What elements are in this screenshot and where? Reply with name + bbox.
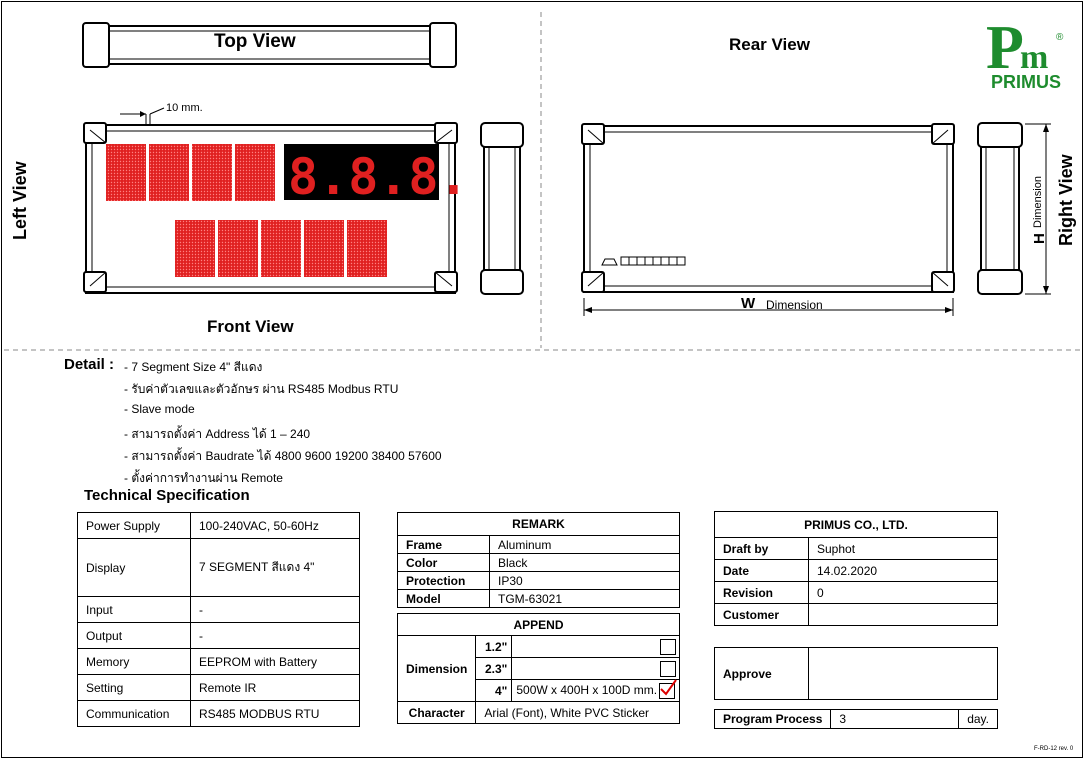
front-view-label: Front View [207, 317, 294, 336]
detail-line: - รับค่าตัวเลขและตัวอักษร ผ่าน RS485 Mod… [124, 382, 399, 396]
primus-logo: P m ® PRIMUS [982, 10, 1072, 94]
checkbox-1-2[interactable] [660, 638, 676, 655]
approve-value [808, 647, 998, 700]
table-row: Frame Aluminum [397, 535, 680, 554]
tech-spec-title: Technical Specification [84, 487, 250, 504]
svg-text:m: m [1020, 39, 1048, 76]
table-row: Power Supply 100-240VAC, 50-60Hz [77, 512, 360, 539]
company-value: 0 [808, 581, 998, 604]
spec-key: Memory [77, 648, 191, 675]
spec-value: Remote IR [190, 674, 360, 701]
spec-value: RS485 MODBUS RTU [190, 700, 360, 727]
table-row: Dimension 1.2" [396, 635, 680, 702]
detail-line: - ตั้งค่าการทำงานผ่าน Remote [124, 471, 283, 485]
spec-value: - [190, 622, 360, 649]
size-desc: 500W x 400H x 100D mm. [516, 682, 658, 697]
remark-value: IP30 [489, 571, 680, 590]
character-label: Character [396, 701, 477, 724]
spec-key: Setting [77, 674, 191, 701]
detail-label: Detail : [64, 356, 115, 373]
table-row: Communication RS485 MODBUS RTU [77, 700, 360, 727]
spec-key: Input [77, 596, 191, 623]
front-view-drawing: 8.8.8.8. [83, 107, 465, 294]
company-key: Date [714, 559, 809, 582]
remark-value: Black [489, 553, 680, 572]
remark-key: Protection [397, 571, 490, 590]
approve-label: Approve [714, 647, 809, 700]
company-table: PRIMUS CO., LTD. Draft by Suphot Date 14.0… [714, 511, 998, 626]
remark-title: REMARK [397, 512, 680, 536]
process-value: 3 [830, 709, 960, 729]
remark-key: Frame [397, 535, 490, 554]
company-key: Customer [714, 603, 809, 626]
spec-key: Communication [77, 700, 191, 727]
table-row: Date 14.02.2020 [714, 559, 998, 582]
left-view-label: Left View [10, 161, 30, 240]
table-row: Color Black [397, 553, 680, 572]
company-title: PRIMUS CO., LTD. [714, 511, 998, 538]
logo-name: PRIMUS [990, 72, 1061, 92]
size-label: 1.2" [475, 635, 513, 658]
h-dimension-label: Dimension [1032, 176, 1044, 228]
table-row: Input - [77, 596, 360, 623]
remark-key: Model [397, 589, 490, 608]
table-row: Customer [714, 603, 998, 626]
company-value: Suphot [808, 537, 998, 560]
character-value: Arial (Font), White PVC Sticker [475, 701, 680, 724]
remark-table: REMARK Frame Aluminum Color Black Protecti… [397, 512, 680, 608]
remark-value: Aluminum [489, 535, 680, 554]
w-dimension-label: Dimension [766, 298, 823, 312]
top-view-label: Top View [214, 31, 296, 52]
append-table: APPEND Dimension 1.2" 2.3" 4" 500W x 400… [396, 613, 680, 724]
dim-10mm-label: 10 mm. [166, 102, 203, 114]
spec-key: Output [77, 622, 191, 649]
remark-key: Color [397, 553, 490, 572]
rear-view-drawing [581, 123, 955, 316]
table-row: Revision 0 [714, 581, 998, 604]
approve-table: Approve [714, 647, 998, 700]
company-value [808, 603, 998, 626]
append-title: APPEND [397, 613, 680, 636]
company-key: Revision [714, 581, 809, 604]
remark-value: TGM-63021 [489, 589, 680, 608]
spec-value: 7 SEGMENT สีแดง 4" [190, 538, 360, 597]
logo-reg: ® [1056, 32, 1064, 43]
size-label: 4" [475, 679, 513, 702]
table-row: Memory EEPROM with Battery [77, 648, 360, 675]
table-row: Protection IP30 [397, 571, 680, 590]
process-label: Program Process [713, 709, 832, 729]
detail-line: - สามารถตั้งค่า Baudrate ได้ 4800 9600 1… [124, 449, 442, 463]
process-table: Program Process 3 day. [713, 709, 998, 729]
dimension-label: Dimension [396, 635, 477, 702]
table-row: Output - [77, 622, 360, 649]
svg-text:8.8.8.8.: 8.8.8.8. [288, 148, 465, 206]
w-letter: W [741, 295, 756, 312]
detail-line: - Slave mode [124, 402, 195, 416]
form-code: F-RD-12 rev. 0 [1034, 746, 1074, 752]
h-letter: H [1031, 233, 1048, 244]
checkbox-2-3[interactable] [660, 660, 676, 677]
table-row: Character Arial (Font), White PVC Sticke… [396, 701, 680, 724]
table-row: Model TGM-63021 [397, 589, 680, 608]
company-key: Draft by [714, 537, 809, 560]
company-value: 14.02.2020 [808, 559, 998, 582]
detail-line: - 7 Segment Size 4" สีแดง [124, 360, 263, 374]
size-label: 2.3" [475, 657, 513, 680]
process-unit: day. [958, 709, 998, 729]
spec-key: Power Supply [77, 512, 191, 539]
spec-value: EEPROM with Battery [190, 648, 360, 675]
spec-value: 100-240VAC, 50-60Hz [190, 512, 360, 539]
rear-view-label: Rear View [729, 35, 810, 54]
checkbox-4[interactable] [659, 678, 677, 699]
table-row: Draft by Suphot [714, 537, 998, 560]
table-row: Setting Remote IR [77, 674, 360, 701]
spec-key: Display [77, 538, 191, 597]
spec-value: - [190, 596, 360, 623]
tech-spec-table: Power Supply 100-240VAC, 50-60Hz Display 7… [77, 512, 360, 727]
left-side-drawing [480, 122, 524, 295]
detail-line: - สามารถตั้งค่า Address ได้ 1 – 240 [124, 427, 311, 441]
checkmark-icon [660, 678, 677, 696]
right-view-label: Right View [1056, 154, 1076, 246]
table-row: Display 7 SEGMENT สีแดง 4" [77, 538, 360, 597]
